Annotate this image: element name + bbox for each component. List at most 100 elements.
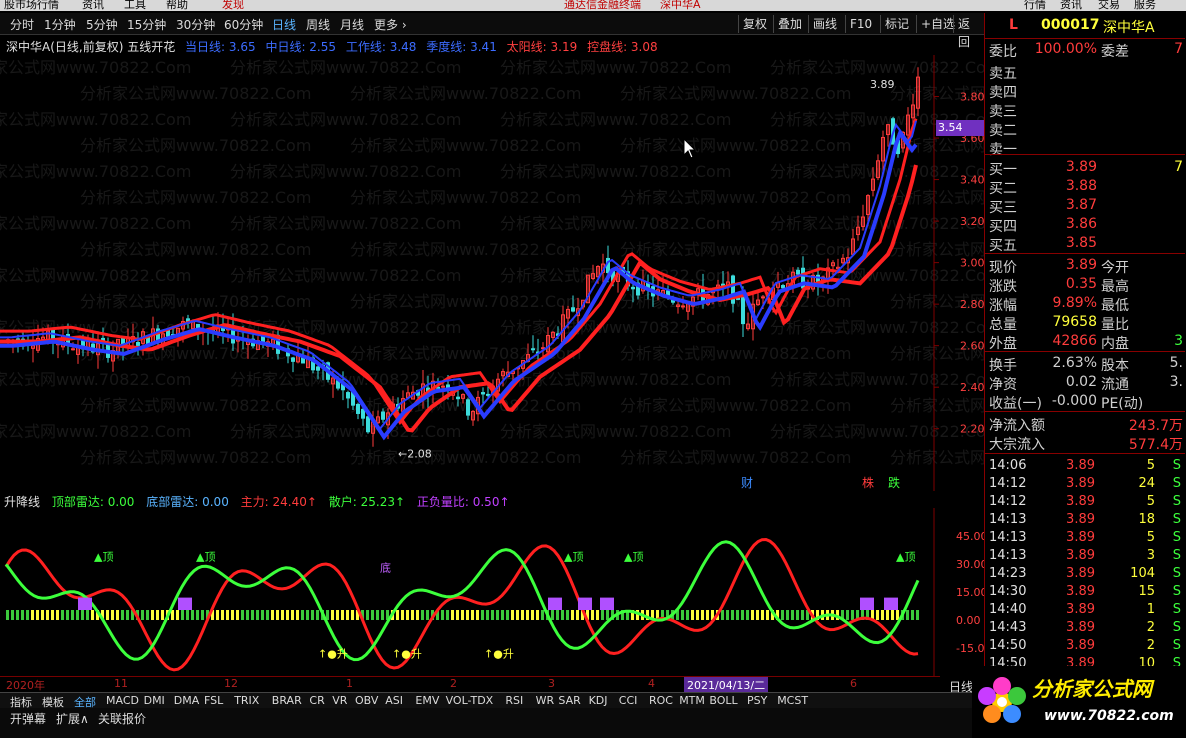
tf-monthly[interactable]: 月线: [340, 16, 364, 33]
tf-more[interactable]: 更多 ›: [374, 16, 407, 33]
indicator-tab-trix[interactable]: TRIX: [234, 694, 259, 707]
restore-rights-button[interactable]: 复权: [738, 15, 771, 33]
indicator-tab-wr[interactable]: WR: [536, 694, 555, 707]
watermark-text: 分析家公式网www.70822.Com: [0, 58, 191, 77]
indicator-tab-sar[interactable]: SAR: [558, 694, 580, 707]
tick-price: 3.89: [1066, 584, 1095, 599]
band-bar: [881, 610, 884, 620]
indicator-tab-dmi[interactable]: DMI: [144, 694, 165, 707]
band-bar: [236, 610, 239, 620]
band-bar: [521, 610, 524, 620]
band-bar: [281, 610, 284, 620]
back-button[interactable]: 返回: [953, 15, 984, 49]
tf-60min[interactable]: 60分钟: [224, 16, 263, 33]
menu-right-service[interactable]: 服务: [1134, 0, 1156, 11]
band-bar: [576, 610, 579, 620]
indicator-tab-brar[interactable]: BRAR: [272, 694, 302, 707]
band-bar: [766, 610, 769, 620]
band-bar: [181, 610, 184, 620]
stat-label-2: 内盘: [1101, 336, 1129, 352]
indicator-tab-mtm[interactable]: MTM: [679, 694, 705, 707]
bid-label: 买二: [989, 181, 1017, 197]
indicator-tab-cr[interactable]: CR: [309, 694, 324, 707]
band-bar: [741, 610, 744, 620]
indicator-tab-dma[interactable]: DMA: [174, 694, 200, 707]
menu-help[interactable]: 帮助: [166, 0, 188, 11]
candlestick-chart[interactable]: 分析家公式网www.70822.Com 分析家公式网www.70822.Com 分析…: [0, 55, 984, 491]
watermark-text: 分析家公式网www.70822.Com: [770, 318, 984, 337]
menu-news[interactable]: 资讯: [82, 0, 104, 11]
indicator-tab-vol-tdx[interactable]: VOL-TDX: [446, 694, 494, 707]
band-bar: [801, 610, 804, 620]
candle-body: [571, 307, 575, 312]
band-bar: [706, 610, 709, 620]
stat-label: 总量: [989, 317, 1017, 333]
indicator-tab-vr[interactable]: VR: [332, 694, 347, 707]
tf-15min[interactable]: 15分钟: [127, 16, 166, 33]
app-window: 股市场行情 资讯 工具 帮助 发现 通达信金融终端 深中华A 行情 资讯 交易 …: [0, 0, 1186, 738]
indicator-tab-asi[interactable]: ASI: [385, 694, 403, 707]
tf-intraday[interactable]: 分时: [10, 16, 34, 33]
site-logo: 分析家公式网 www.70822.com: [972, 666, 1186, 738]
event-marker[interactable]: 株: [862, 475, 874, 490]
band-bar: [346, 610, 349, 620]
weibi-value: 100.00%: [1034, 41, 1097, 57]
menu-right-quote[interactable]: 行情: [1024, 0, 1046, 11]
menu-bar: 股市场行情 资讯 工具 帮助 发现 通达信金融终端 深中华A 行情 资讯 交易 …: [0, 0, 1186, 11]
watermark-text: 分析家公式网www.70822.Com: [500, 318, 731, 337]
tf-5min[interactable]: 5分钟: [86, 16, 118, 33]
indicator-tab-psy[interactable]: PSY: [747, 694, 767, 707]
band-bar: [911, 610, 914, 620]
tf-weekly[interactable]: 周线: [306, 16, 330, 33]
indicator-tab-boll[interactable]: BOLL: [709, 694, 737, 707]
indicator-tab-mcst[interactable]: MCST: [777, 694, 808, 707]
indicator-tab-emv[interactable]: EMV: [415, 694, 439, 707]
finance-marker[interactable]: 财: [741, 476, 753, 490]
f10-button[interactable]: F10: [845, 15, 876, 33]
price-tick-label: 3.20: [960, 215, 984, 228]
indicator-chart[interactable]: 45.00 30.00 15.00 0.00 -15.00 ▲顶 ▲顶 ▲顶 ▲顶 ▲顶底 ↑●升 ↑…: [0, 508, 984, 676]
tick-volume: 15: [1138, 584, 1155, 599]
watermark-text: 分析家公式网www.70822.Com: [350, 84, 581, 103]
stat-label: 净资: [989, 377, 1017, 393]
tf-30min[interactable]: 30分钟: [176, 16, 215, 33]
indicator-tab-fsl[interactable]: FSL: [204, 694, 223, 707]
legend-ma4: 季度线: 3.41: [426, 40, 497, 54]
related-quotes-button[interactable]: 关联报价: [98, 710, 146, 727]
indicator-tab-kdj[interactable]: KDJ: [589, 694, 608, 707]
menu-tools[interactable]: 工具: [124, 0, 146, 11]
drop-marker[interactable]: 跌: [888, 475, 900, 490]
tick-time: 14:40: [989, 602, 1027, 617]
tick-time: 14:06: [989, 458, 1027, 473]
stock-tab[interactable]: 深中华A: [660, 0, 701, 11]
expand-button[interactable]: 扩展∧: [56, 710, 89, 727]
tick-time: 14:13: [989, 548, 1027, 563]
indicator-tab-roc[interactable]: ROC: [649, 694, 673, 707]
indicator-tab-macd[interactable]: MACD: [106, 694, 139, 707]
mark-button[interactable]: 标记: [880, 15, 913, 33]
menu-discover[interactable]: 发现: [222, 0, 244, 11]
menu-right-trade[interactable]: 交易: [1098, 0, 1120, 11]
watermark-text: 分析家公式网www.70822.Com: [230, 214, 461, 233]
band-bar: [701, 610, 704, 620]
band-bar: [846, 610, 849, 620]
band-bar: [601, 610, 604, 620]
overlay-button[interactable]: 叠加: [773, 15, 806, 33]
menu-market[interactable]: 股市场行情: [4, 0, 59, 11]
indicator-tab-obv[interactable]: OBV: [355, 694, 378, 707]
indicator-tab-rsi[interactable]: RSI: [505, 694, 523, 707]
tick-price: 3.89: [1066, 530, 1095, 545]
tf-daily[interactable]: 日线: [272, 16, 296, 33]
band-bar: [71, 610, 74, 620]
tf-1min[interactable]: 1分钟: [44, 16, 76, 33]
menu-right-news[interactable]: 资讯: [1060, 0, 1082, 11]
panel-bottom-tab[interactable]: 日线: [949, 678, 973, 695]
candle-body: [346, 392, 350, 399]
danmaku-button[interactable]: 开弹幕: [10, 710, 46, 727]
tick-row: 14:12 3.89 5 S: [985, 493, 1185, 511]
band-bar: [536, 610, 539, 620]
price-tick-label: 3.40: [960, 174, 984, 187]
draw-button[interactable]: 画线: [808, 15, 841, 33]
band-bar: [786, 610, 789, 620]
indicator-tab-cci[interactable]: CCI: [619, 694, 638, 707]
